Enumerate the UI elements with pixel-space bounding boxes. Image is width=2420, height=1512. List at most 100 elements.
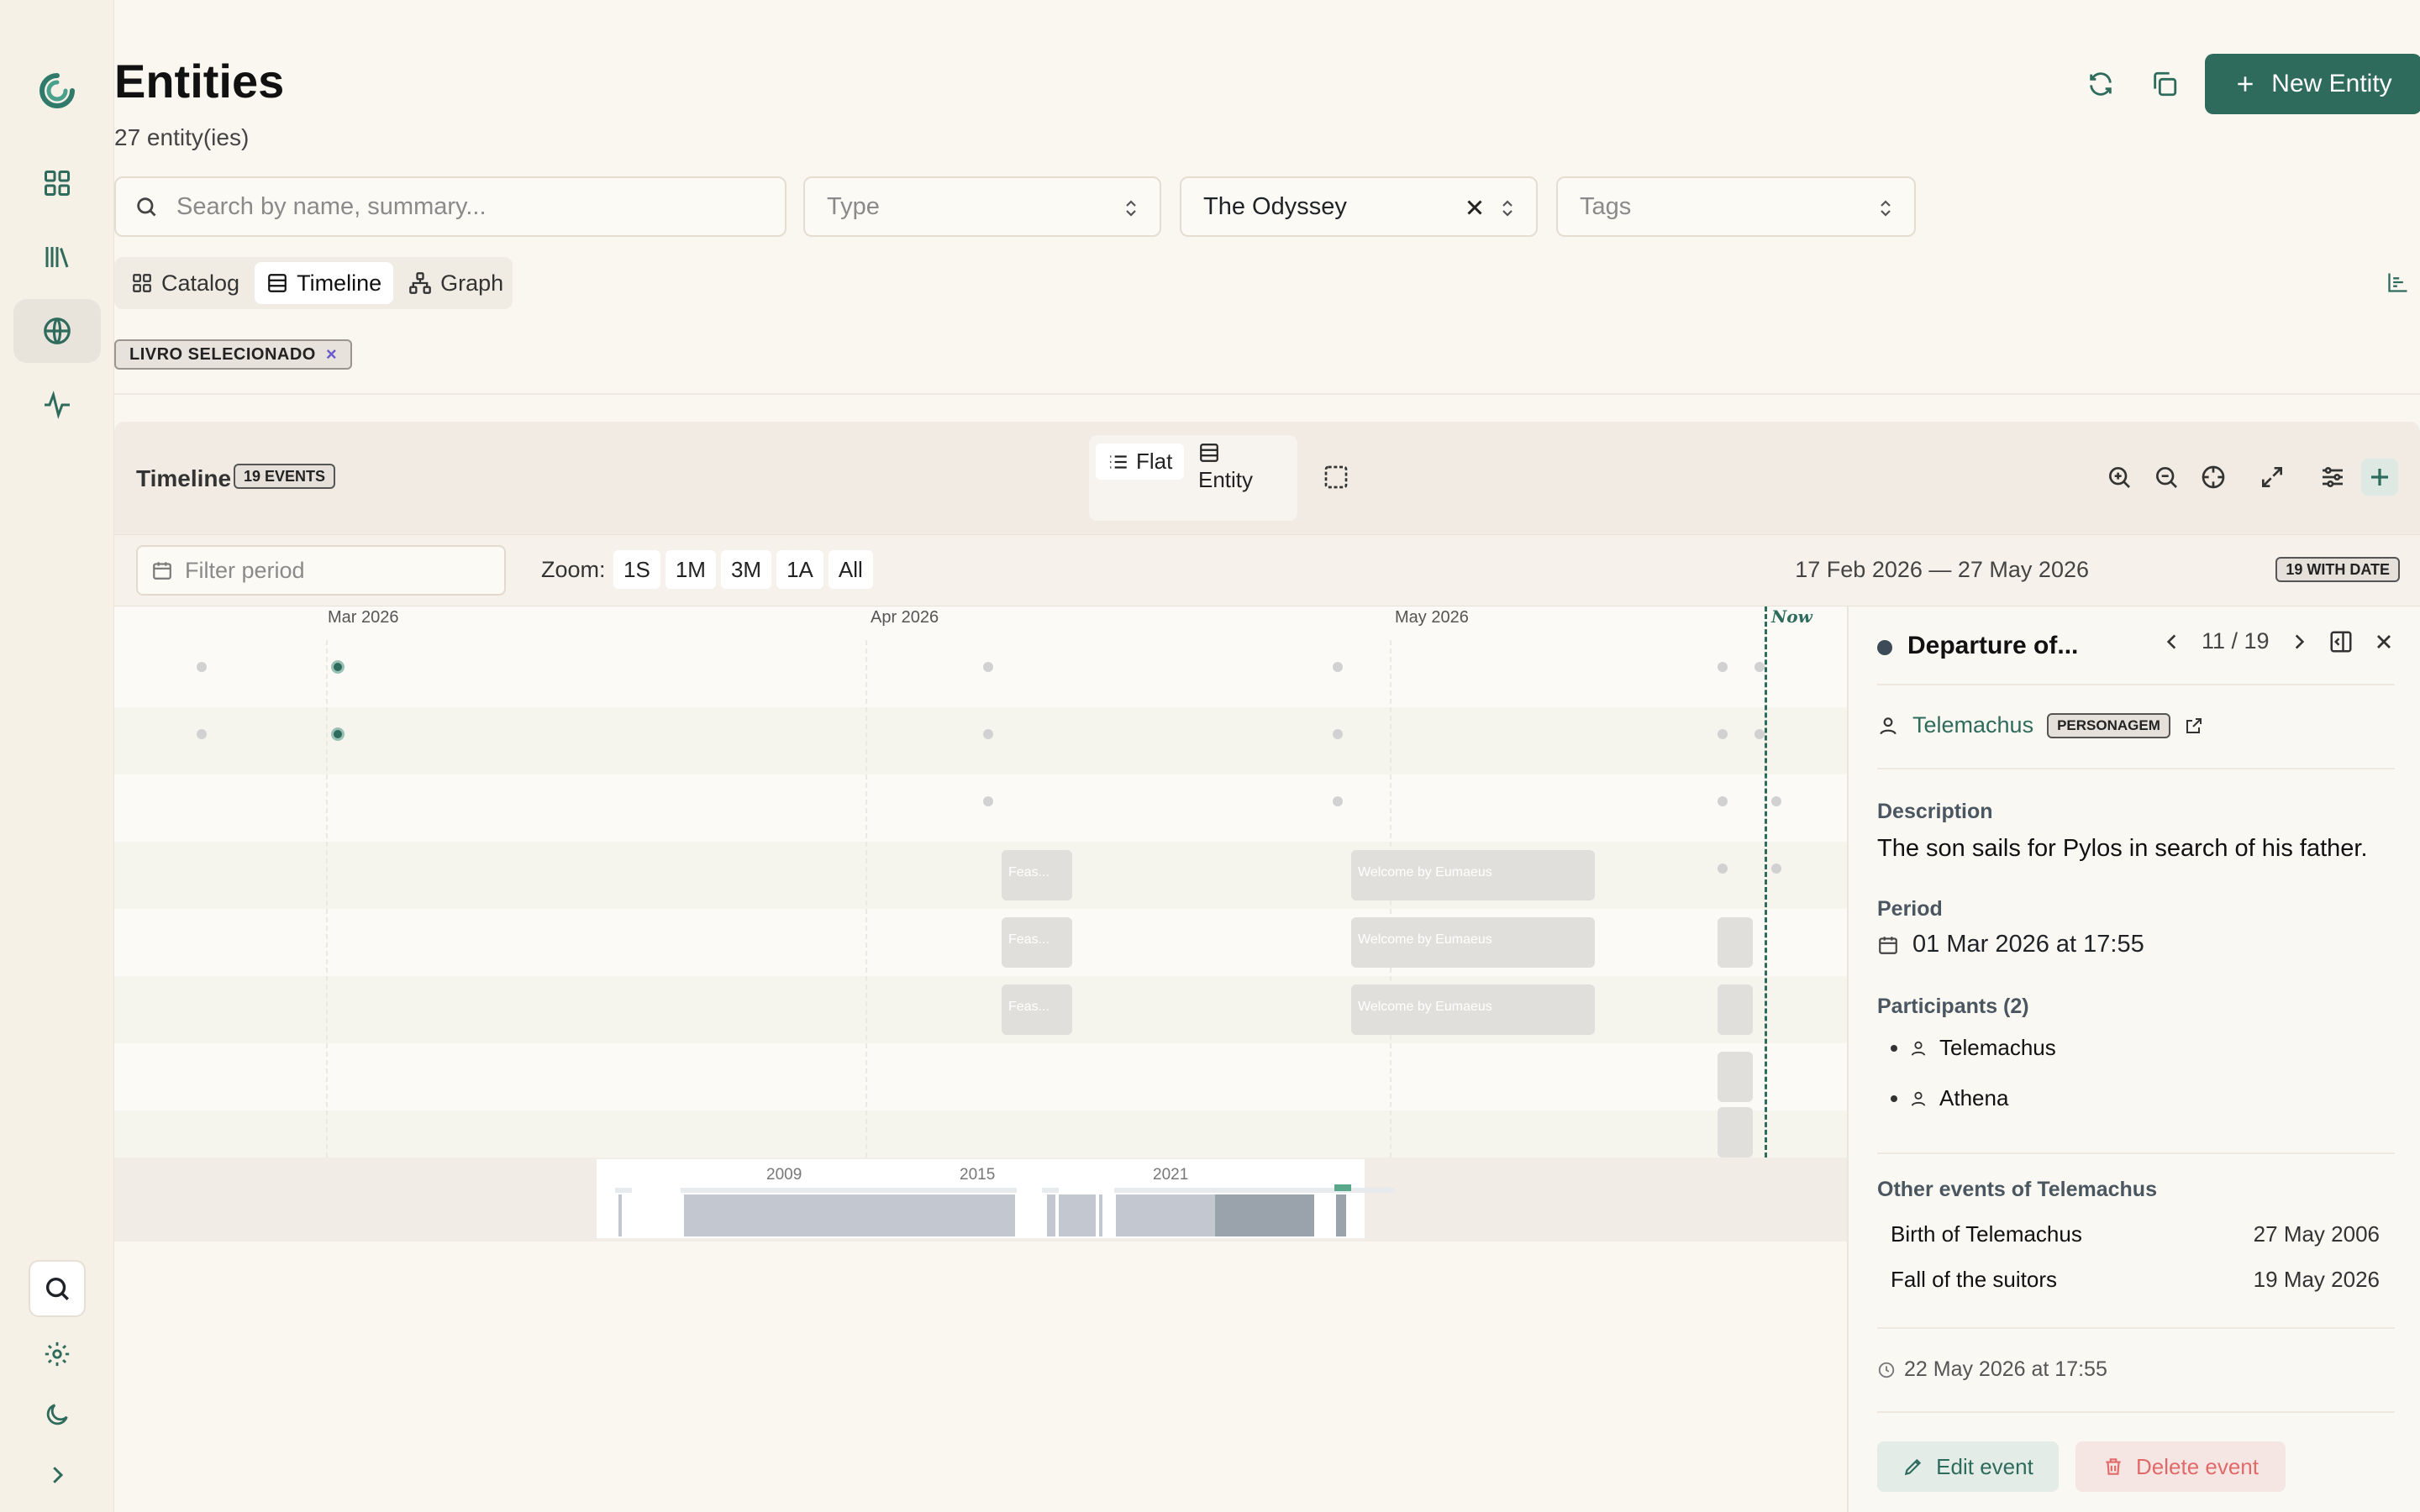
mode-flat-label: Flat xyxy=(1136,449,1173,474)
timeline-row xyxy=(114,1043,1847,1110)
event-dot[interactable] xyxy=(983,662,993,672)
mode-entity-button[interactable]: Entity xyxy=(1198,442,1253,493)
event-bar[interactable] xyxy=(1718,1052,1753,1102)
app-logo[interactable] xyxy=(13,59,101,123)
clock-icon xyxy=(1878,1362,1895,1378)
entity-link[interactable]: Telemachus xyxy=(1912,712,2033,738)
zoom-1s-button[interactable]: 1S xyxy=(613,550,660,589)
nav-dashboard[interactable] xyxy=(13,151,101,215)
expand-sidebar-button[interactable] xyxy=(13,1443,101,1507)
view-tabs: Catalog Timeline Graph xyxy=(114,257,513,309)
event-dot[interactable] xyxy=(1754,662,1765,672)
user-icon xyxy=(1911,1091,1926,1106)
search-input[interactable]: Search by name, summary... xyxy=(114,176,786,237)
zoom-in-button[interactable] xyxy=(2101,459,2138,496)
prev-event-button[interactable] xyxy=(2161,631,2183,653)
tags-select[interactable]: Tags xyxy=(1556,176,1916,237)
add-event-button[interactable] xyxy=(2361,459,2398,496)
chip-remove-button[interactable]: × xyxy=(326,344,337,365)
event-dot[interactable] xyxy=(1333,729,1343,739)
filter-period-input[interactable]: Filter period xyxy=(136,545,506,596)
delete-event-button[interactable]: Delete event xyxy=(2075,1441,2286,1492)
tab-graph[interactable]: Graph xyxy=(397,262,515,304)
event-dot[interactable] xyxy=(1771,796,1781,806)
updated-timestamp: 22 May 2026 at 17:55 xyxy=(1904,1357,2107,1381)
event-bar[interactable] xyxy=(1718,917,1753,968)
timeline-settings-button[interactable] xyxy=(2314,459,2351,496)
nav-activity[interactable] xyxy=(13,373,101,437)
nav-world[interactable] xyxy=(13,299,101,363)
new-entity-button[interactable]: New Entity xyxy=(2205,54,2420,114)
event-dot[interactable] xyxy=(983,729,993,739)
event-dot[interactable] xyxy=(983,796,993,806)
zoom-1a-button[interactable]: 1A xyxy=(776,550,823,589)
zoom-1m-button[interactable]: 1M xyxy=(665,550,716,589)
event-dot[interactable] xyxy=(1718,796,1728,806)
theme-toggle[interactable] xyxy=(13,1383,101,1446)
edit-event-button[interactable]: Edit event xyxy=(1877,1441,2059,1492)
event-dot[interactable] xyxy=(1718,729,1728,739)
minimap-window[interactable]: 2009 2015 2021 xyxy=(597,1159,1395,1238)
list-icon xyxy=(1110,454,1127,469)
other-event-item[interactable]: Birth of Telemachus 27 May 2006 xyxy=(1891,1221,2380,1247)
event-bar[interactable]: Welcome by Eumaeus xyxy=(1351,850,1595,900)
fullscreen-button[interactable] xyxy=(2254,459,2291,496)
divider xyxy=(114,393,2420,395)
zoom-all-button[interactable]: All xyxy=(828,550,873,589)
event-dot[interactable] xyxy=(1333,662,1343,672)
tab-timeline[interactable]: Timeline xyxy=(255,262,394,304)
open-entity-button[interactable] xyxy=(2184,716,2204,736)
description-label: Description xyxy=(1877,800,1993,823)
event-dot[interactable] xyxy=(197,662,207,672)
delete-event-label: Delete event xyxy=(2136,1453,2259,1479)
event-bar[interactable]: Welcome by Eumaeus xyxy=(1351,917,1595,968)
other-event-item[interactable]: Fall of the suitors 19 May 2026 xyxy=(1891,1267,2380,1293)
event-dot[interactable] xyxy=(1718,662,1728,672)
event-bar[interactable]: Feas... xyxy=(1002,984,1072,1035)
event-bar[interactable]: Welcome by Eumaeus xyxy=(1351,984,1595,1035)
tab-catalog[interactable]: Catalog xyxy=(119,262,251,304)
nav-library[interactable] xyxy=(13,225,101,289)
chart-toggle-button[interactable] xyxy=(2386,270,2410,294)
other-events-label: Other events of Telemachus xyxy=(1877,1178,2157,1201)
center-button[interactable] xyxy=(2195,459,2232,496)
settings-button[interactable] xyxy=(13,1322,101,1386)
search-button[interactable] xyxy=(29,1260,86,1317)
mode-flat-button[interactable]: Flat xyxy=(1096,444,1185,480)
participant-item[interactable]: Telemachus xyxy=(1891,1035,2056,1061)
plus-icon xyxy=(2371,469,2388,486)
duplicate-button[interactable] xyxy=(2146,66,2183,102)
zoom-out-button[interactable] xyxy=(2148,459,2185,496)
event-bar[interactable] xyxy=(1718,1107,1753,1158)
select-area-button[interactable] xyxy=(1318,459,1355,496)
event-bar[interactable]: Feas... xyxy=(1002,850,1072,900)
event-dot[interactable] xyxy=(1718,864,1728,874)
clear-book-button[interactable] xyxy=(1462,195,1487,220)
event-dot[interactable] xyxy=(1771,864,1781,874)
event-dot-selected[interactable] xyxy=(331,727,345,741)
divider xyxy=(1877,1327,2395,1329)
entity-type-badge: PERSONAGEM xyxy=(2047,712,2170,738)
other-event-date: 27 May 2006 xyxy=(2253,1221,2380,1247)
event-dot[interactable] xyxy=(1754,729,1765,739)
close-panel-button[interactable] xyxy=(2372,630,2396,654)
bullet xyxy=(1891,1095,1897,1102)
event-bar[interactable]: Feas... xyxy=(1002,917,1072,968)
type-select[interactable]: Type xyxy=(803,176,1161,237)
divider xyxy=(1877,684,2395,685)
event-dot[interactable] xyxy=(197,729,207,739)
event-detail-panel: Departure of... 11 / 19 Telemachus PERSO… xyxy=(1847,606,2420,1512)
dock-panel-button[interactable] xyxy=(2328,629,2354,654)
participant-name: Athena xyxy=(1939,1085,2009,1110)
refresh-button[interactable] xyxy=(2082,66,2119,102)
participant-item[interactable]: Athena xyxy=(1891,1085,2008,1111)
zoom-3m-button[interactable]: 3M xyxy=(720,550,772,589)
next-event-button[interactable] xyxy=(2288,631,2310,653)
book-select[interactable]: The Odyssey xyxy=(1180,176,1538,237)
mode-toggle: Flat Entity xyxy=(1089,435,1297,521)
event-dot-selected[interactable] xyxy=(331,660,345,674)
minimap-year: 2009 xyxy=(766,1166,802,1184)
event-bar[interactable] xyxy=(1718,984,1753,1035)
event-dot[interactable] xyxy=(1333,796,1343,806)
chevron-right-icon xyxy=(2295,633,2304,649)
